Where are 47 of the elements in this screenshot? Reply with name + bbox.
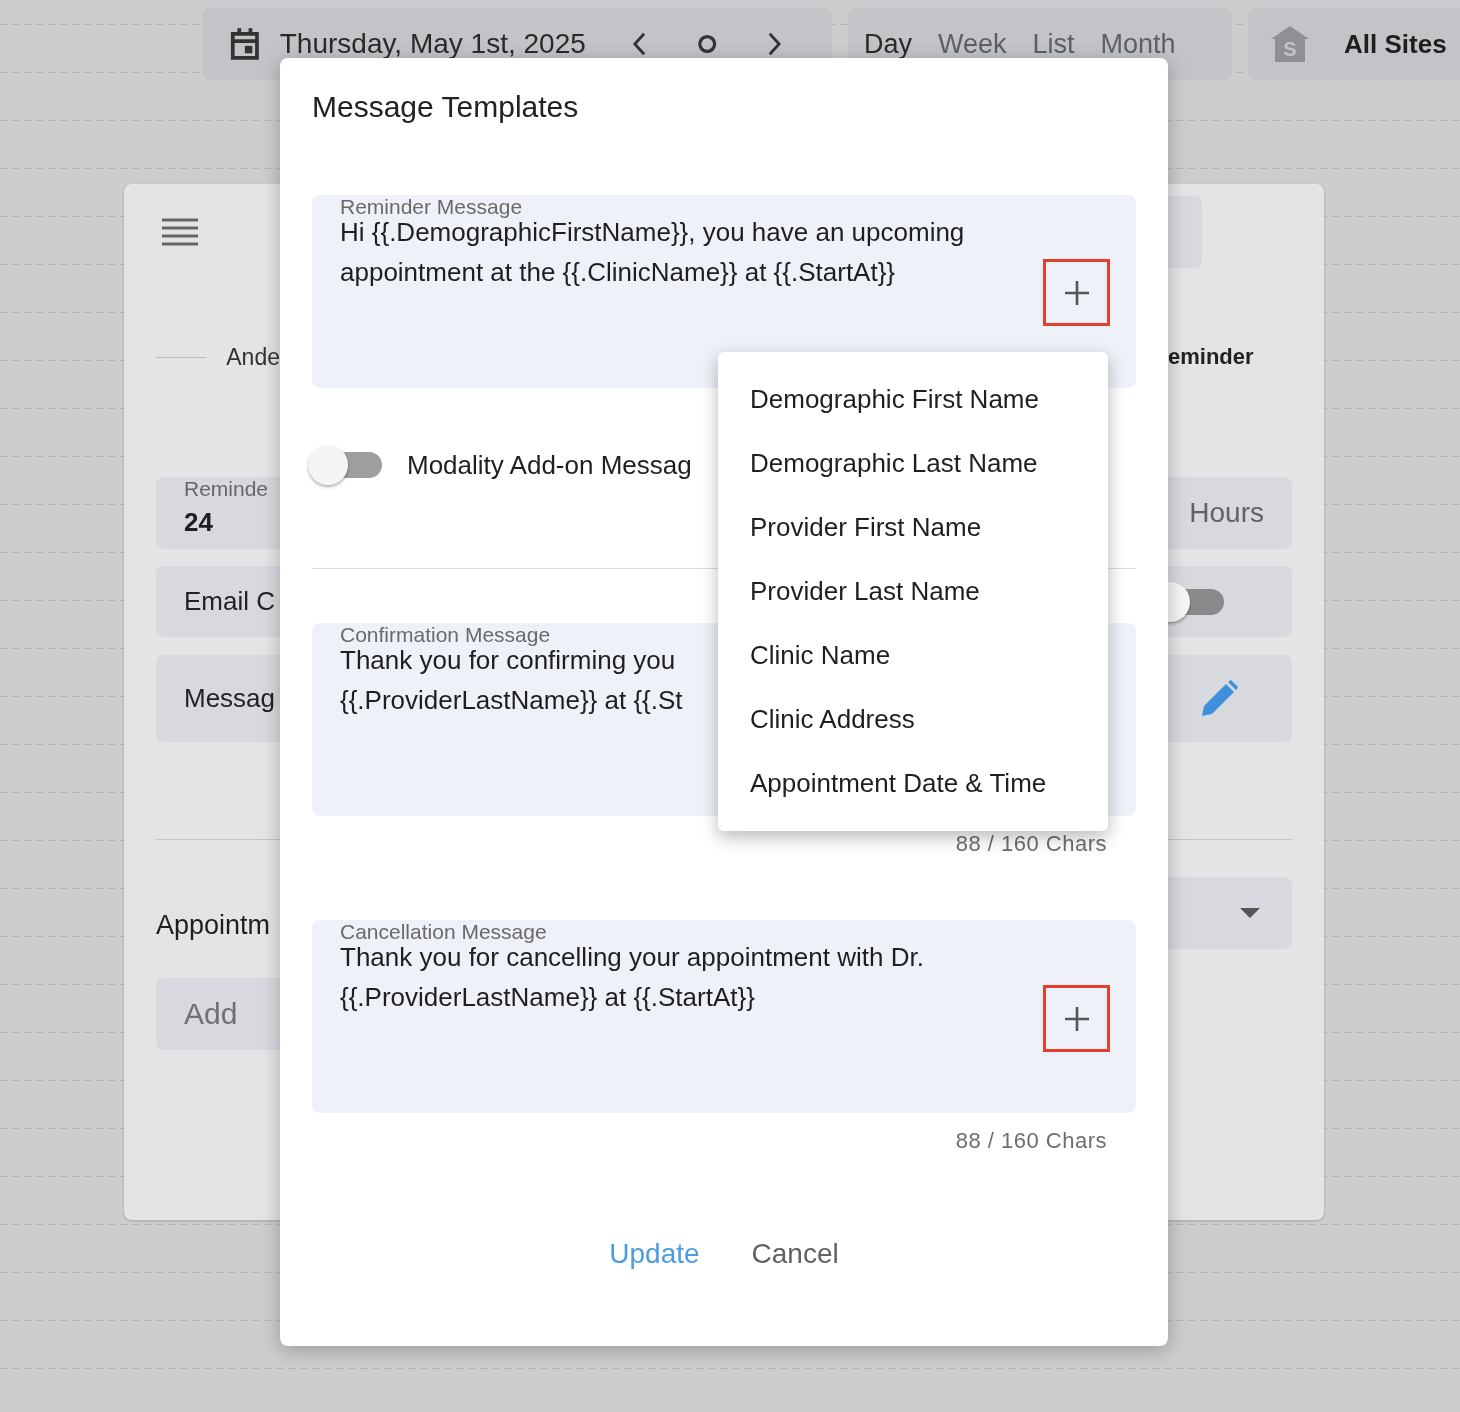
- menu-item[interactable]: Appointment Date & Time: [750, 751, 1108, 815]
- section-heading: Appointm: [156, 909, 272, 941]
- view-tab[interactable]: Week: [938, 28, 1007, 60]
- char-count: 88 / 160 Chars: [954, 1129, 1108, 1153]
- menu-item[interactable]: Clinic Address: [750, 687, 1108, 751]
- chevron-right-icon[interactable]: [767, 31, 782, 57]
- select-field[interactable]: Hours: [1168, 477, 1292, 549]
- section-title: eminder: [1168, 344, 1254, 370]
- menu-icon[interactable]: [162, 218, 198, 246]
- field-label: Cancellation Message: [340, 920, 547, 944]
- message-text: Thank you for cancelling your appointment with Dr. {{.ProviderLastName}} at {{.StartAt}}: [340, 942, 924, 1014]
- circle-icon[interactable]: [696, 33, 718, 55]
- field-label: Reminde: [184, 477, 270, 501]
- select-field[interactable]: Email C: [156, 566, 280, 637]
- plus-icon: [1064, 1006, 1089, 1031]
- toggle-switch[interactable]: [308, 445, 382, 485]
- view-tab[interactable]: Day: [864, 28, 912, 60]
- menu-item[interactable]: Demographic Last Name: [750, 431, 1108, 495]
- message-text: Hi {{.DemographicFirstName}}, you have an upcoming appointment at the {{.ClinicName}} at {{.StartAt}}: [340, 217, 965, 289]
- plus-icon: [1064, 280, 1089, 305]
- char-count: 88 / 160 Chars: [954, 832, 1108, 856]
- view-tab[interactable]: List: [1032, 28, 1075, 60]
- view-tab[interactable]: Month: [1100, 28, 1176, 60]
- input-field[interactable]: Messag: [156, 655, 280, 742]
- add-button[interactable]: [1043, 985, 1110, 1052]
- field-label: Confirmation Message: [340, 623, 551, 647]
- calendar-icon[interactable]: [230, 27, 260, 61]
- message-field[interactable]: Cancellation Message Thank you for cancelling your appointment with Dr. {{.ProviderLastName}} at {{.StartAt}}: [312, 920, 1136, 1113]
- date-label: Thursday, May 1st, 2025: [279, 28, 586, 60]
- message-field[interactable]: Reminder Message Hi {{.DemographicFirstName}}, you have an upcoming appointment at the {{.ClinicName}} at {{.StartAt}}: [312, 195, 1136, 388]
- field-label: Reminder Message: [340, 195, 523, 219]
- add-button[interactable]: [1043, 259, 1110, 326]
- input-field[interactable]: Reminde 24: [156, 477, 280, 549]
- select-field[interactable]: Add: [156, 978, 280, 1050]
- cancel-button[interactable]: Cancel: [751, 1234, 839, 1274]
- menu-item[interactable]: Provider First Name: [750, 495, 1108, 559]
- message-text: Thank you for confirming you {{.ProviderLastName}} at {{.St: [340, 645, 683, 717]
- site-selector[interactable]: All Sites: [1344, 28, 1447, 60]
- chevron-left-icon[interactable]: [631, 31, 647, 57]
- field-value: 24: [184, 507, 214, 538]
- section-title: Ande: [226, 343, 280, 371]
- toggle-label: Modality Add-on Messag: [407, 449, 692, 481]
- caret-down-icon[interactable]: [1240, 908, 1260, 918]
- input-field[interactable]: [1168, 196, 1202, 268]
- menu-item[interactable]: Provider Last Name: [750, 559, 1108, 623]
- dialog-title: Message Templates: [312, 89, 580, 125]
- menu-item[interactable]: Clinic Name: [750, 623, 1108, 687]
